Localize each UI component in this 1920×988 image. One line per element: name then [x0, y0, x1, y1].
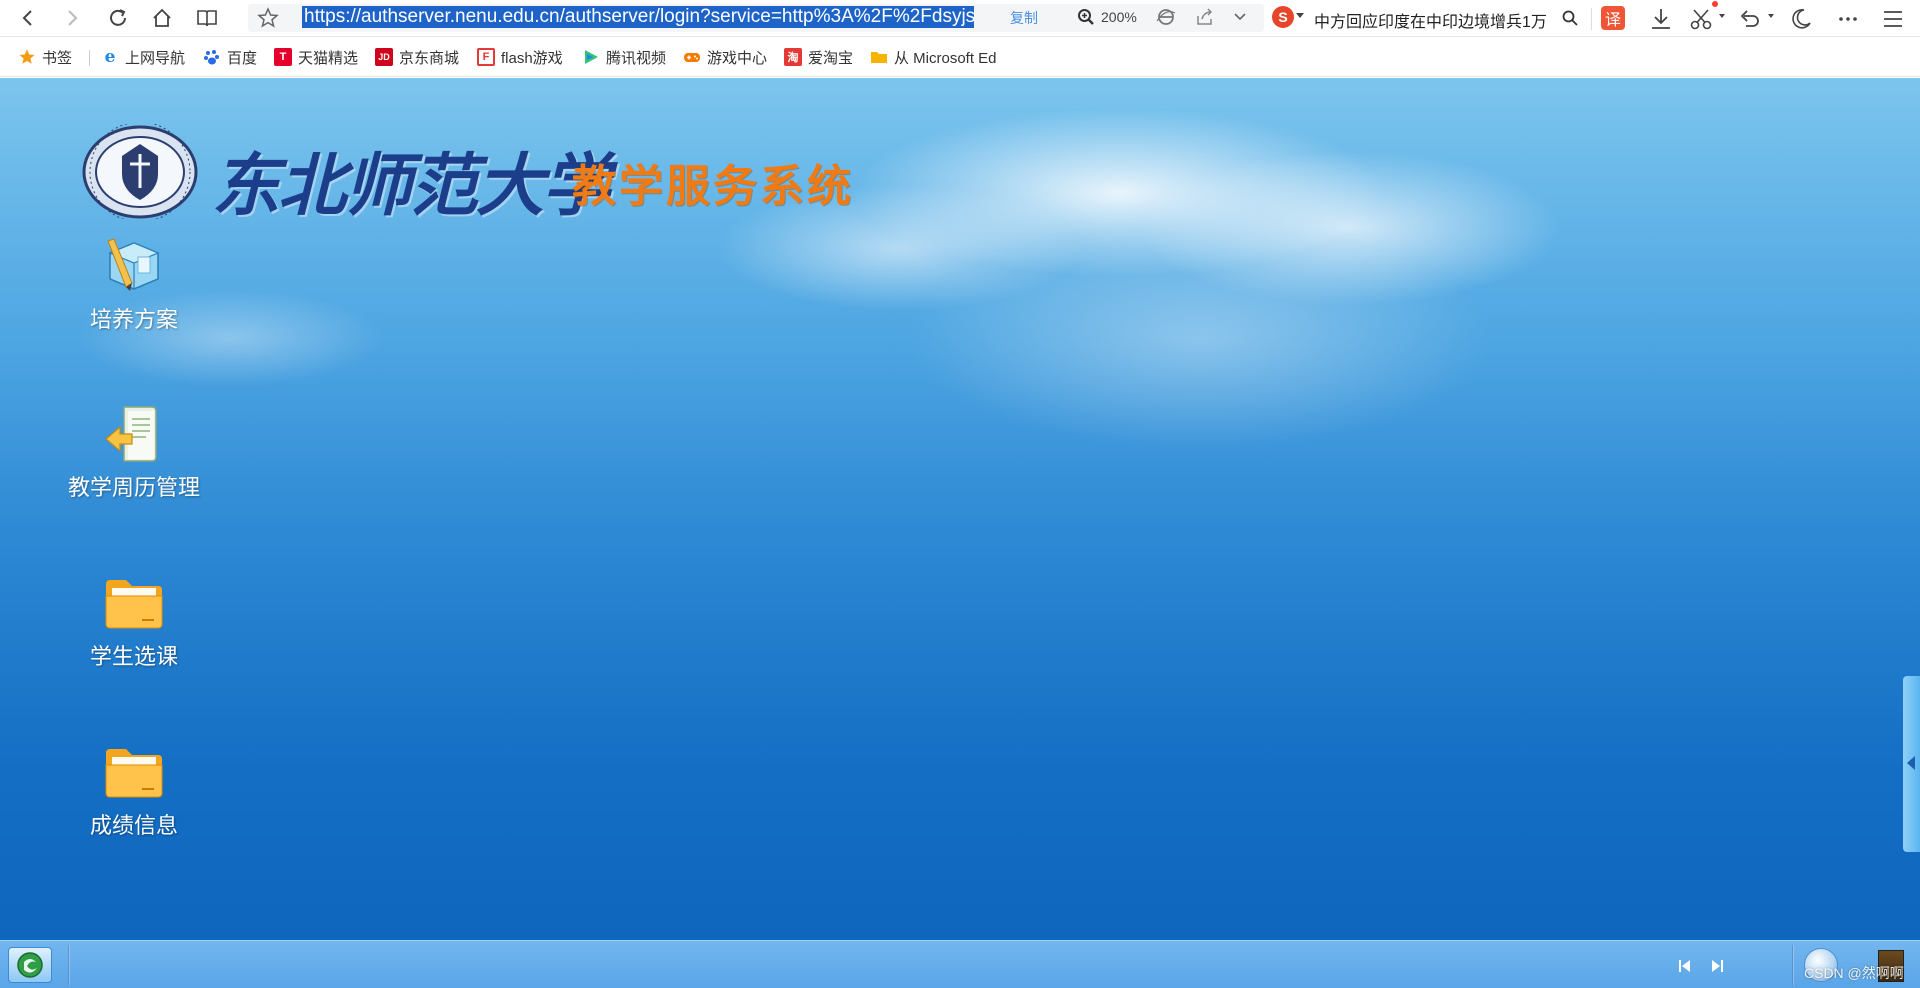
search-engine-icon[interactable]: S	[1272, 6, 1294, 28]
copy-url-button[interactable]: 复制	[1010, 8, 1038, 28]
desktop-item-course-selection[interactable]: 学生选课	[44, 570, 224, 671]
screenshot-scissors-icon[interactable]	[1688, 6, 1714, 32]
screenshot-caret-icon[interactable]	[1719, 14, 1725, 18]
flash-icon: F	[477, 48, 495, 66]
university-seal-icon	[82, 124, 198, 219]
translate-button[interactable]: 译	[1601, 6, 1625, 30]
bookmark-item-baidu[interactable]: 百度	[203, 47, 257, 67]
bookmark-label: 天猫精选	[298, 49, 359, 67]
undo-icon[interactable]	[1737, 6, 1763, 32]
document-arrow-icon	[105, 406, 157, 462]
bookmark-label: 腾讯视频	[606, 49, 667, 67]
toolbar-divider	[1591, 8, 1592, 30]
forward-arrow-icon	[68, 10, 78, 26]
browser-toolbar: https://authserver.nenu.edu.cn/authserve…	[0, 0, 1920, 37]
bookmark-divider	[89, 50, 90, 66]
taskbar-divider	[1792, 945, 1794, 985]
taobao-icon: 淘	[784, 48, 802, 66]
notification-dot	[1712, 1, 1718, 7]
zoom-level[interactable]: 200%	[1101, 9, 1137, 25]
bookmark-label: 上网导航	[125, 49, 186, 67]
star-icon	[19, 49, 35, 64]
bookmark-label: 书签	[42, 49, 73, 67]
folder-icon	[105, 580, 163, 629]
home-icon	[153, 8, 171, 27]
start-logo-icon	[17, 952, 43, 978]
folder-icon	[105, 749, 163, 798]
reload-button[interactable]	[104, 4, 132, 32]
desktop-item-label: 培养方案	[89, 307, 178, 332]
taskbar-divider	[68, 945, 70, 985]
desktop-item-grades[interactable]: 成绩信息	[44, 739, 224, 840]
bookmark-label: flash游戏	[501, 49, 563, 67]
arrow-left-icon	[1907, 756, 1915, 770]
start-button[interactable]	[8, 947, 52, 983]
more-options-icon[interactable]	[1835, 6, 1861, 32]
cube-pencil-icon	[107, 238, 160, 291]
desktop-item-label: 学生选课	[89, 644, 178, 669]
bookmark-item-bookmarks[interactable]: 书签	[18, 47, 72, 67]
system-name: 教学服务系统	[572, 161, 854, 212]
bookmark-item-jd[interactable]: JD 京东商城	[375, 47, 459, 67]
back-button[interactable]	[14, 4, 42, 32]
folder-icon	[871, 52, 887, 63]
url-text[interactable]: https://authserver.nenu.edu.cn/authserve…	[302, 6, 974, 28]
bookmark-item-taobao[interactable]: 淘 爱淘宝	[784, 47, 853, 67]
bookmark-item-game-center[interactable]: 游戏中心	[683, 47, 767, 67]
back-arrow-icon	[22, 10, 32, 26]
compat-mode-icon[interactable]	[1155, 6, 1177, 28]
jd-icon: JD	[375, 48, 393, 66]
menu-hamburger-icon[interactable]	[1880, 6, 1906, 32]
bookmark-star-icon[interactable]	[256, 6, 280, 30]
undo-caret-icon[interactable]	[1768, 14, 1774, 18]
bookmark-label: 京东商城	[399, 49, 460, 67]
system-desktop: 东北师范大学 教学服务系统 培养方案 教学周历管理 学生选课 成绩信息	[0, 78, 1920, 940]
bookmark-folder-edge[interactable]: 从 Microsoft Ed	[870, 47, 1020, 67]
bookmark-label: 从 Microsoft Ed	[894, 49, 997, 67]
taskbar: CSDN @然啊啊	[0, 940, 1920, 988]
reload-icon	[110, 9, 126, 26]
bookmark-item-tmall[interactable]: T 天猫精选	[274, 47, 358, 67]
desktop-item-teaching-calendar[interactable]: 教学周历管理	[44, 401, 224, 502]
university-name: 东北师范大学	[212, 146, 610, 226]
ie-icon: e	[104, 47, 116, 67]
bookmark-label: 游戏中心	[707, 49, 768, 67]
desktop-item-label: 教学周历管理	[67, 475, 200, 500]
bookmark-label: 百度	[227, 49, 258, 67]
night-mode-moon-icon[interactable]	[1788, 6, 1814, 32]
bookmark-item-flash[interactable]: F flash游戏	[477, 47, 563, 67]
taskbar-next-icon[interactable]	[1709, 958, 1725, 974]
book-icon	[197, 10, 217, 27]
share-icon[interactable]	[1195, 7, 1215, 27]
zoom-icon[interactable]	[1077, 8, 1095, 26]
taskbar-prev-icon[interactable]	[1677, 958, 1693, 974]
tmall-icon: T	[274, 48, 292, 66]
baidu-paw-icon	[204, 50, 219, 65]
reading-mode-button[interactable]	[193, 4, 221, 32]
search-input[interactable]: 中方回应印度在中印边境增兵1万	[1314, 8, 1547, 32]
desktop-item-training-plan[interactable]: 培养方案	[44, 233, 224, 334]
home-button[interactable]	[148, 4, 176, 32]
chevron-down-icon[interactable]	[1232, 8, 1248, 24]
search-icon[interactable]	[1561, 9, 1579, 27]
bookmark-item-tencent-video[interactable]: 腾讯视频	[582, 47, 666, 67]
tencent-video-icon	[585, 50, 598, 64]
side-panel-toggle[interactable]	[1903, 676, 1920, 852]
csdn-watermark: CSDN @然啊啊	[1804, 965, 1904, 981]
bookmarks-bar: 书签 e 上网导航 百度 T 天猫精选 JD 京东商城 F flash游戏 腾讯…	[0, 37, 1920, 77]
desktop-item-label: 成绩信息	[89, 813, 178, 838]
bookmark-label: 爱淘宝	[808, 49, 854, 67]
download-icon[interactable]	[1648, 6, 1674, 32]
search-engine-caret-icon[interactable]	[1296, 13, 1304, 18]
forward-button[interactable]	[58, 4, 86, 32]
bookmark-item-nav[interactable]: e 上网导航	[101, 47, 185, 67]
gamepad-icon	[684, 53, 700, 62]
